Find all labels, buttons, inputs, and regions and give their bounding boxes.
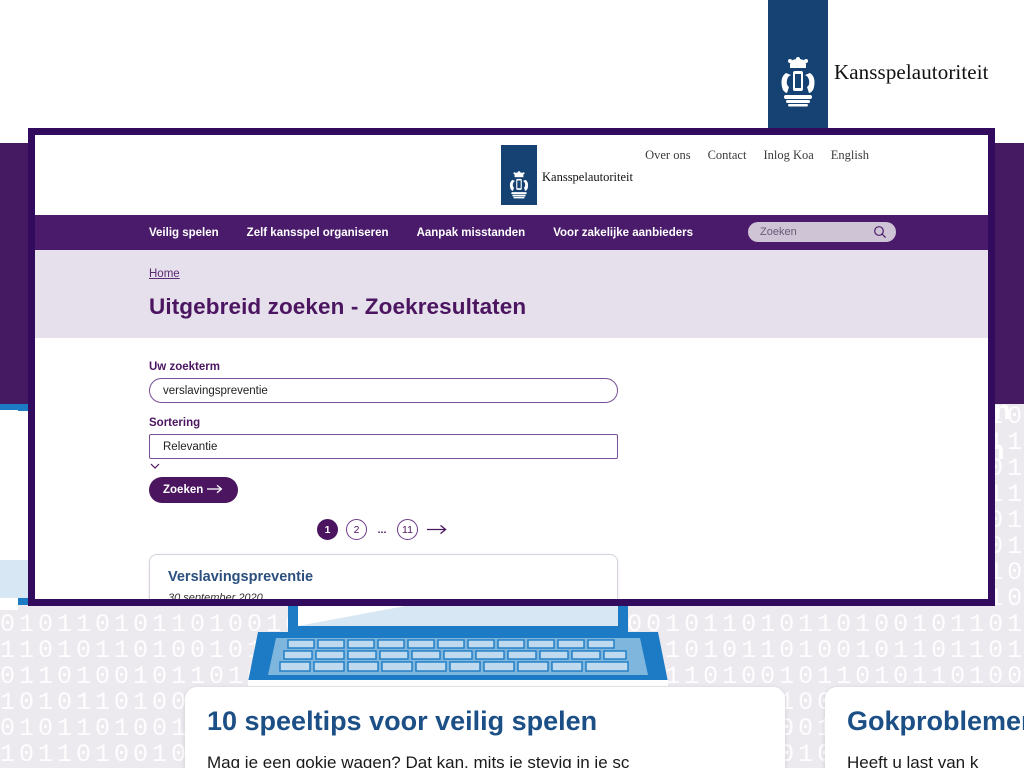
pagination: 1 2 ... 11 <box>149 519 618 540</box>
search-result-date: 30 september 2020 <box>168 592 263 599</box>
sorting-label: Sortering <box>149 417 201 429</box>
netherlands-coat-of-arms-icon <box>776 55 820 113</box>
top-link-over-ons[interactable]: Over ons <box>645 148 690 163</box>
netherlands-coat-of-arms-icon <box>505 170 533 202</box>
search-form-section: Uw zoekterm Sortering Relevantie Zoek <box>35 338 988 599</box>
screen: 1011010101011011010010101101001011010101… <box>0 0 1024 768</box>
site-brand-name: Kansspelautoriteit <box>542 170 633 184</box>
background-card-gokproblemen[interactable]: Gokproblemen? N Heeft u last van k <box>825 687 1024 768</box>
top-link-english[interactable]: English <box>831 148 869 163</box>
background-card-speeltips[interactable]: 10 speeltips voor veilig spelen Mag je e… <box>185 687 785 768</box>
pagination-next-button[interactable] <box>426 519 450 540</box>
site-header: Kansspelautoriteit Over ons Contact Inlo… <box>35 135 988 215</box>
pagination-ellipsis: ... <box>375 519 389 540</box>
main-navigation: Veilig spelen Zelf kansspel organiseren … <box>35 215 988 250</box>
top-link-inlog-koa[interactable]: Inlog Koa <box>763 148 813 163</box>
nav-search-placeholder: Zoeken <box>760 226 797 238</box>
page-title: Uitgebreid zoeken - Zoekresultaten <box>149 294 527 319</box>
browser-overlay-window: Kansspelautoriteit Over ons Contact Inlo… <box>28 128 995 606</box>
search-result-title[interactable]: Verslavingspreventie <box>168 569 599 585</box>
pagination-page-11[interactable]: 11 <box>397 519 418 540</box>
nav-item-veilig-spelen[interactable]: Veilig spelen <box>149 227 219 239</box>
background-card-title: Gokproblemen? N <box>847 706 1024 736</box>
page-title-band: Home Uitgebreid zoeken - Zoekresultaten <box>35 250 988 338</box>
top-utility-nav: Over ons Contact Inlog Koa English <box>645 148 869 163</box>
pagination-page-1[interactable]: 1 <box>317 519 338 540</box>
arrow-right-icon <box>427 524 447 535</box>
nav-item-zelf-kansspel-organiseren[interactable]: Zelf kansspel organiseren <box>247 227 389 239</box>
background-card-body: Heeft u last van k <box>847 753 979 768</box>
search-result-item[interactable]: Verslavingspreventie 30 september 2020 <box>149 554 618 599</box>
nav-search-box[interactable]: Zoeken <box>748 222 896 242</box>
search-submit-button[interactable]: Zoeken <box>149 477 238 503</box>
pagination-page-2[interactable]: 2 <box>346 519 367 540</box>
chevron-down-icon[interactable] <box>149 459 161 476</box>
search-term-input[interactable] <box>149 378 618 403</box>
background-brand-name: Kansspelautoriteit <box>834 60 989 84</box>
sorting-selected-value: Relevantie <box>163 440 218 453</box>
nav-item-aanpak-misstanden[interactable]: Aanpak misstanden <box>417 227 526 239</box>
breadcrumb-home[interactable]: Home <box>149 268 180 280</box>
top-link-contact[interactable]: Contact <box>708 148 747 163</box>
arrow-right-icon <box>207 484 224 497</box>
background-card-title: 10 speeltips voor veilig spelen <box>207 706 598 736</box>
background-brand-logo: Kansspelautoriteit <box>768 0 1024 128</box>
search-term-label: Uw zoekterm <box>149 361 220 373</box>
magnifier-icon[interactable] <box>873 225 887 244</box>
nav-item-voor-zakelijke-aanbieders[interactable]: Voor zakelijke aanbieders <box>553 227 693 239</box>
sorting-select[interactable]: Relevantie <box>149 434 618 469</box>
search-submit-label: Zoeken <box>163 484 204 496</box>
background-card-body: Mag je een gokje wagen? Dat kan, mits je… <box>207 753 630 768</box>
